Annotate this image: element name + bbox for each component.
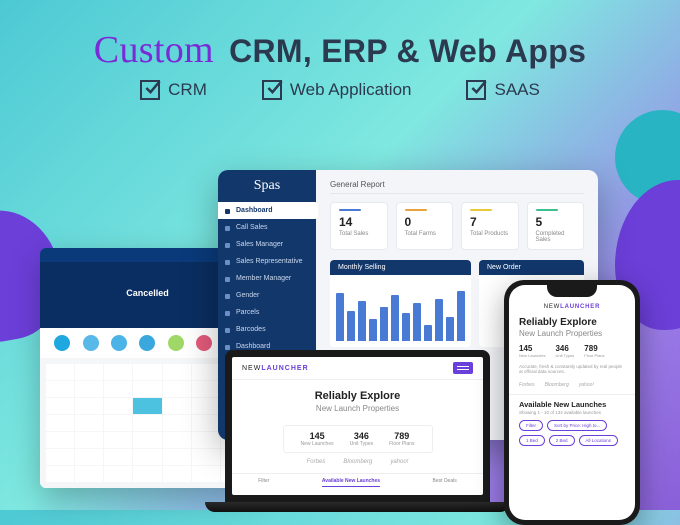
filter-pill[interactable]: Sort by Price: High to... xyxy=(547,420,607,431)
stat: 346Unit Types xyxy=(350,431,374,447)
hero-description: Accurate, fresh & constantly updated by … xyxy=(509,362,635,381)
round-icon[interactable] xyxy=(139,335,155,351)
stat-card: 0Total Farms xyxy=(396,202,454,250)
laptop-mockup: NEWLAUNCHER Reliably Explore New Launch … xyxy=(205,350,510,525)
stat: 789Floor Plans xyxy=(389,431,414,447)
sidebar-item[interactable]: Sales Manager xyxy=(218,236,316,253)
stat-card: 14Total Sales xyxy=(330,202,388,250)
chart-bar xyxy=(446,317,454,341)
chart-bar xyxy=(457,291,465,341)
report-heading: General Report xyxy=(330,180,584,194)
round-icon[interactable] xyxy=(168,335,184,351)
chart-bar xyxy=(402,313,410,341)
hero-subtitle: New Launch Properties xyxy=(519,329,625,338)
press-logo: Forbes xyxy=(519,382,535,388)
filter-pill[interactable]: Filter xyxy=(519,420,543,431)
sidebar-item[interactable]: Member Manager xyxy=(218,270,316,287)
menu-icon xyxy=(225,277,230,282)
chart-bar xyxy=(347,311,355,341)
press-logo: Bloomberg xyxy=(343,459,372,465)
sidebar-item[interactable]: Gender xyxy=(218,287,316,304)
title-script: Custom xyxy=(94,29,214,71)
hero-subtitle: New Launch Properties xyxy=(232,404,483,413)
card-header: New Order xyxy=(479,260,584,275)
spas-logo: Spas xyxy=(218,170,316,202)
press-logo: yahoo! xyxy=(390,459,408,465)
monthly-selling-card: Monthly Selling xyxy=(330,260,471,347)
chart-bar xyxy=(391,295,399,341)
stat: 789Floor Plans xyxy=(584,344,604,358)
chart-bar xyxy=(435,299,443,341)
tab[interactable]: Available New Launches xyxy=(322,478,380,487)
sidebar-item[interactable]: Sales Representative xyxy=(218,253,316,270)
feature-check: Web Application xyxy=(262,80,412,100)
phone-mockup: NEWLAUNCHER Reliably Explore New Launch … xyxy=(504,280,640,525)
stat-card: 5Completed Sales xyxy=(527,202,585,250)
sidebar-item[interactable]: Dashboard xyxy=(218,202,318,219)
stat: 346Unit Types xyxy=(555,344,574,358)
page-title: Custom CRM, ERP & Web Apps xyxy=(0,28,680,72)
menu-icon xyxy=(225,311,230,316)
section-heading: Available New Launches xyxy=(519,400,625,409)
menu-icon xyxy=(225,243,230,248)
feature-label: Web Application xyxy=(290,80,412,100)
menu-icon xyxy=(225,328,230,333)
title-rest: CRM, ERP & Web Apps xyxy=(229,33,586,69)
stat: 145New Launches xyxy=(519,344,545,358)
checkbox-icon xyxy=(140,80,160,100)
filter-pill[interactable]: 2 Bed xyxy=(549,435,575,446)
app-logo: NEWLAUNCHER xyxy=(509,301,635,313)
chart-bar xyxy=(413,303,421,341)
round-icon[interactable] xyxy=(196,335,212,351)
filter-pill[interactable]: 1 Bed xyxy=(519,435,545,446)
section-subtitle: Showing 1 - 10 of 134 available launches xyxy=(519,410,625,415)
press-logo: Forbes xyxy=(307,459,326,465)
tab[interactable]: Best Deals xyxy=(433,478,457,487)
checkbox-icon xyxy=(466,80,486,100)
feature-checks: CRM Web Application SAAS xyxy=(0,80,680,100)
card-header: Monthly Selling xyxy=(330,260,471,275)
tab[interactable]: Filter xyxy=(258,478,269,487)
round-icon[interactable] xyxy=(83,335,99,351)
feature-label: CRM xyxy=(168,80,207,100)
chart-bar xyxy=(358,301,366,341)
sidebar-item[interactable]: Call Sales xyxy=(218,219,316,236)
bar-chart xyxy=(336,281,465,341)
press-logo: yahoo! xyxy=(579,382,594,388)
menu-icon[interactable] xyxy=(453,362,473,374)
menu-icon xyxy=(225,294,230,299)
sidebar-item[interactable]: Parcels xyxy=(218,304,316,321)
menu-icon xyxy=(225,226,230,231)
app-logo: NEWLAUNCHER xyxy=(242,365,309,372)
stat: 145New Launches xyxy=(301,431,334,447)
sidebar-item[interactable]: Barcodes xyxy=(218,321,316,338)
menu-icon xyxy=(225,209,230,214)
stat-card: 7Total Products xyxy=(461,202,519,250)
feature-label: SAAS xyxy=(494,80,539,100)
feature-check: SAAS xyxy=(466,80,539,100)
chart-bar xyxy=(369,319,377,341)
checkbox-icon xyxy=(262,80,282,100)
chart-bar xyxy=(424,325,432,341)
chart-bar xyxy=(380,307,388,341)
hero-title: Reliably Explore xyxy=(519,317,625,329)
round-icon[interactable] xyxy=(111,335,127,351)
filter-pill[interactable]: All Locations xyxy=(579,435,619,446)
chart-bar xyxy=(336,293,344,341)
feature-check: CRM xyxy=(140,80,207,100)
hero-title: Reliably Explore xyxy=(232,390,483,402)
menu-icon xyxy=(225,260,230,265)
press-logo: Bloomberg xyxy=(545,382,569,388)
round-icon[interactable] xyxy=(54,335,70,351)
